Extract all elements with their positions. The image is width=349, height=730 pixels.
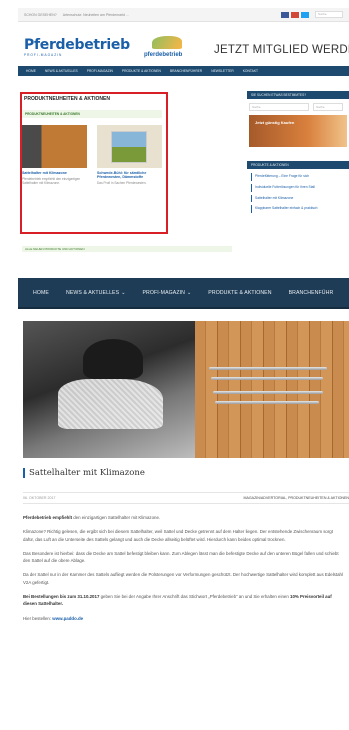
nav-item-news[interactable]: NEWS & AKTUELLES ⌄ — [66, 290, 126, 296]
nav-item-profi-magazin[interactable]: PROFI-MAGAZIN — [87, 69, 113, 73]
article-meta: 06. OKTOBER 2017 MAGAZIN/ADVERTORIAL, PR… — [23, 492, 349, 504]
article-paragraph: Das Besondere ist hierbei: dass die Deck… — [23, 550, 339, 564]
chevron-down-icon: ⌄ — [121, 289, 126, 296]
google-plus-icon[interactable] — [291, 11, 299, 18]
nav-item-branchenfuehrer[interactable]: BRANCHENFÜHRER — [170, 69, 202, 73]
sidebar-product-links: Pferdefütterung – Eine Frage für sich In… — [251, 173, 347, 214]
nav-item-news[interactable]: NEWS & AKTUELLES — [45, 69, 78, 73]
logo-title: Pferdebetrieb — [24, 37, 130, 53]
facebook-icon[interactable] — [281, 11, 289, 18]
partner-logo-text: pferdebetrieb — [144, 52, 183, 58]
product-card[interactable]: Sattelhalter mit Klimazone Pferdebetrieb… — [22, 125, 87, 185]
all-products-link[interactable]: ALLE NEUEN PRODUKTE UND AKTIONEN — [22, 246, 232, 252]
main-content: PRODUKTNEUHEITEN & AKTIONEN PRODUKTNEUHE… — [18, 87, 240, 252]
news-ticker[interactable]: Artenschutz: Neuheiten am Pferdemarkt … — [63, 13, 130, 17]
bold-text: Bei Bestellungen bis zum 31.10.2017 — [23, 594, 100, 600]
nav-item-branchenfuehrer[interactable]: BRANCHENFÜHR — [289, 290, 334, 296]
sidebar-ad-banner[interactable]: Jetzt günstig Kaufen — [249, 115, 347, 147]
saddle-rack-photo — [195, 321, 349, 458]
paragraph-text: den einzigartigen Sattelhalter mit Klima… — [72, 515, 161, 520]
top-bar: SCHON GESEHEN? Artenschutz: Neuheiten am… — [18, 8, 349, 22]
bold-text: Pferdebetrieb empfiehlt — [23, 515, 73, 520]
product-title[interactable]: Schwede-Bühl: für sämtliche Pferdewesten… — [97, 171, 162, 179]
twitter-icon[interactable] — [301, 11, 309, 18]
product-excerpt: Pferdebetrieb empfiehlt den einzigartige… — [22, 177, 81, 186]
sidebar-link[interactable]: Sattelhalter mit Klimazone — [251, 194, 347, 203]
order-link[interactable]: www.paddo.de — [52, 616, 83, 621]
chevron-down-icon: ⌄ — [187, 289, 192, 296]
product-image[interactable] — [22, 125, 87, 168]
sidebar-products-heading: PRODUKTE & AKTIONEN — [247, 161, 349, 169]
sidebar-link[interactable]: Klappbarer Sattelhalter einfach & prakti… — [251, 205, 347, 214]
sidebar: SIE SUCHEN ETWAS BESTIMMTES? Suche Suche… — [247, 91, 349, 216]
saddle-photo — [23, 321, 195, 458]
nav-item-kontakt[interactable]: KONTAKT — [243, 69, 258, 73]
article-paragraph: Hier bestellen: www.paddo.de — [23, 615, 343, 622]
membership-cta-text: JETZT MITGLIED WERDEN! — [214, 44, 349, 56]
product-image[interactable] — [97, 125, 162, 168]
article-paragraph: Bei Bestellungen bis zum 31.10.2017 gebe… — [23, 593, 343, 608]
nav-item-home[interactable]: HOME — [26, 69, 36, 73]
article-body: Pferdebetrieb empfiehlt den einzigartige… — [23, 514, 343, 629]
nav-label: BRANCHENFÜHR — [288, 289, 334, 296]
nav-label: PROFI-MAGAZIN — [142, 289, 185, 296]
nav-item-profi-magazin[interactable]: PROFI-MAGAZIN ⌄ — [142, 290, 191, 296]
paragraph-text: Hier bestellen: — [23, 615, 53, 621]
nav-item-newsletter[interactable]: NEWSLETTER — [211, 69, 234, 73]
social-icons — [281, 11, 309, 18]
main-nav: HOME NEWS & AKTUELLES PROFI-MAGAZIN PROD… — [18, 66, 349, 76]
nav-item-produkte[interactable]: PRODUKTE & AKTIONEN — [208, 290, 271, 296]
nav-label: PRODUKTE & AKTIONEN — [208, 289, 272, 296]
product-title[interactable]: Sattelhalter mit Klimazone — [22, 171, 87, 175]
article-main-nav: HOME NEWS & AKTUELLES ⌄ PROFI-MAGAZIN ⌄ PR… — [18, 278, 349, 309]
article-paragraph: Da der Sattel nur in der Kammer des Satt… — [23, 572, 343, 585]
article-categories[interactable]: MAGAZIN/ADVERTORIAL, PRODUKTNEUHEITEN & … — [243, 496, 349, 500]
partner-logo[interactable]: pferdebetrieb — [144, 36, 202, 58]
sidebar-search-button[interactable]: Suche — [313, 103, 343, 111]
horse-logo-icon — [152, 36, 182, 49]
ad-text: Jetzt günstig Kaufen — [255, 120, 295, 125]
sidebar-link[interactable]: Individuelle Futterlösungen für Ihren St… — [251, 183, 347, 192]
membership-cta[interactable]: JETZT MITGLIED WERDEN! — [214, 44, 349, 56]
sidebar-search-heading: SIE SUCHEN ETWAS BESTIMMTES? — [247, 91, 349, 99]
product-card[interactable]: Schwede-Bühl: für sämtliche Pferdewesten… — [97, 125, 162, 185]
article-hero-image — [23, 321, 349, 458]
article-paragraph: Pferdebetrieb empfiehlt den einzigartige… — [23, 514, 343, 521]
nav-item-home[interactable]: HOME — [33, 290, 49, 296]
top-search-input[interactable]: Suche — [315, 11, 343, 18]
logo-subtitle: PROFI-MAGAZIN — [24, 53, 63, 57]
paragraph-text: geben Sie bei der Angabe Ihrer Anschrift… — [99, 594, 291, 600]
sidebar-search-input[interactable]: Suche — [249, 103, 309, 111]
article-date: 06. OKTOBER 2017 — [23, 496, 56, 500]
article-title: Sattelhalter mit Klimazone — [23, 468, 145, 478]
nav-label: HOME — [33, 289, 49, 296]
website-screenshot-overview: SCHON GESEHEN? Artenschutz: Neuheiten am… — [18, 8, 349, 256]
sidebar-search: Suche Suche — [249, 103, 347, 111]
nav-label: NEWS & AKTUELLES — [65, 289, 120, 296]
sidebar-link[interactable]: Pferdefütterung – Eine Frage für sich — [251, 173, 347, 181]
nav-item-produkte[interactable]: PRODUKTE & AKTIONEN — [122, 69, 161, 73]
article-paragraph: Klimazone? Richtig gelesen, die ergibt s… — [23, 529, 333, 542]
product-cards: Sattelhalter mit Klimazone Pferdebetrieb… — [22, 125, 162, 185]
saddle-rack-graphic — [209, 363, 329, 407]
website-screenshot-article: HOME NEWS & AKTUELLES ⌄ PROFI-MAGAZIN ⌄ PR… — [18, 278, 349, 730]
top-bar-label: SCHON GESEHEN? — [24, 12, 57, 17]
site-logo[interactable]: Pferdebetrieb PROFI-MAGAZIN — [24, 36, 130, 57]
site-header: Pferdebetrieb PROFI-MAGAZIN pferdebetrie… — [18, 22, 349, 66]
product-excerpt: Das Profi in Sachen Pferdewesten. — [97, 181, 147, 186]
